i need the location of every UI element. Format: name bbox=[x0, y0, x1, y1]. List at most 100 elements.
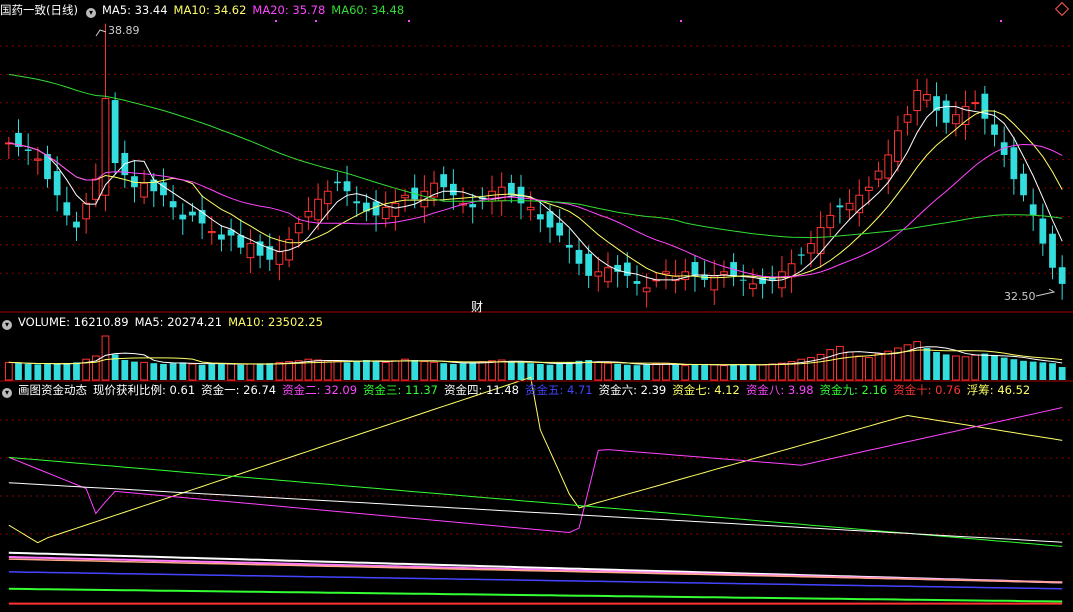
volume-bar bbox=[1049, 363, 1056, 380]
indicator-header-item: 资金九: 2.16 bbox=[819, 383, 888, 397]
candle-body bbox=[874, 170, 883, 180]
volume-bar bbox=[556, 363, 564, 380]
volume-bar bbox=[198, 364, 206, 380]
candle-body bbox=[623, 262, 631, 276]
collapse-icon[interactable]: ▾ bbox=[2, 320, 12, 330]
candle-body bbox=[440, 174, 448, 188]
volume-bar bbox=[768, 363, 777, 381]
collapse-icon[interactable]: ▾ bbox=[2, 388, 12, 398]
candle-body bbox=[246, 243, 255, 259]
indicator-values: 画图资金动态 现价获利比例: 0.61 资金一: 26.74 资金二: 32.09 资金… bbox=[18, 383, 1036, 397]
volume-bar bbox=[420, 361, 429, 381]
volume-bar bbox=[1020, 360, 1027, 380]
volume-bar bbox=[691, 364, 699, 380]
candle-body bbox=[836, 205, 844, 208]
indicator-header-item: 资金七: 4.12 bbox=[672, 383, 740, 397]
candle-body bbox=[82, 202, 91, 220]
candle-body bbox=[797, 254, 805, 256]
candle-body bbox=[401, 194, 409, 199]
volume-bar bbox=[430, 361, 438, 381]
volume-bar bbox=[1000, 357, 1008, 380]
volume-bar bbox=[517, 362, 525, 380]
candle-body bbox=[903, 114, 912, 123]
indicator-header-item: 资金二: 32.09 bbox=[282, 383, 358, 397]
fund-two-line bbox=[8, 407, 1063, 534]
volume-bar bbox=[923, 348, 931, 380]
candle-body bbox=[73, 221, 80, 228]
candle-body bbox=[991, 124, 998, 135]
volume-bar bbox=[546, 364, 554, 380]
volume-bar bbox=[237, 364, 245, 380]
candle-body bbox=[353, 201, 361, 204]
candle-body bbox=[304, 210, 313, 218]
volume-bar bbox=[73, 362, 80, 380]
volume-bar bbox=[179, 362, 187, 380]
volume-bar bbox=[865, 357, 873, 381]
price-candles bbox=[4, 23, 1066, 308]
low-arrow bbox=[1035, 288, 1056, 297]
volume-bar bbox=[981, 353, 989, 380]
volume-bar bbox=[845, 351, 854, 381]
volume-header-item: VOLUME: 16210.89 bbox=[18, 315, 129, 329]
candle-body bbox=[323, 190, 332, 205]
indicator-lines bbox=[8, 376, 1063, 605]
candle-body bbox=[845, 202, 854, 211]
candle-body bbox=[633, 281, 641, 284]
candle-body bbox=[585, 253, 593, 276]
volume-bar bbox=[44, 363, 51, 380]
candle-body bbox=[218, 234, 225, 240]
volume-bar bbox=[681, 365, 690, 381]
fund-nine-line bbox=[8, 587, 1063, 603]
volume-bar bbox=[739, 364, 747, 380]
candle-body bbox=[189, 211, 196, 216]
volume-bar bbox=[15, 363, 22, 380]
volume-bar bbox=[488, 360, 496, 381]
volume-bar bbox=[401, 358, 409, 381]
volume-bar bbox=[701, 364, 708, 380]
candle-body bbox=[691, 262, 699, 276]
event-dot bbox=[315, 20, 317, 22]
volume-bar bbox=[594, 361, 603, 381]
volume-bar bbox=[411, 360, 419, 380]
indicator-header-item: 画图资金动态 bbox=[18, 383, 87, 397]
volume-bar bbox=[497, 359, 506, 381]
volume-bar bbox=[507, 361, 515, 380]
candle-body bbox=[826, 214, 835, 229]
volume-bar bbox=[1039, 362, 1047, 380]
stock-chart-window: 国药一致(日线) ▾ MA5: 33.44 MA10: 34.62 MA20: 35.7… bbox=[0, 0, 1073, 612]
candle-body bbox=[169, 201, 177, 208]
candle-body bbox=[449, 183, 457, 196]
volume-bar bbox=[961, 356, 970, 381]
volume-header: ▾ VOLUME: 16210.89 MA5: 20274.21 MA10: 2350… bbox=[0, 314, 335, 330]
volume-bar bbox=[730, 364, 737, 380]
volume-bar bbox=[836, 345, 844, 381]
volume-bar bbox=[256, 364, 264, 380]
candle-body bbox=[101, 98, 110, 196]
indicator-header-item: 资金八: 3.98 bbox=[745, 383, 814, 397]
event-marker[interactable]: 财 bbox=[471, 298, 483, 315]
volume-bar bbox=[188, 363, 197, 381]
candle-body bbox=[469, 204, 477, 208]
volume-bar bbox=[652, 363, 661, 381]
volume-bar bbox=[585, 360, 593, 380]
candle-body bbox=[91, 178, 100, 200]
volume-bar bbox=[478, 361, 487, 381]
candle-body bbox=[971, 102, 980, 105]
volume-bar bbox=[285, 361, 293, 381]
candle-body bbox=[53, 171, 61, 196]
candle-body bbox=[140, 182, 149, 198]
candle-body bbox=[556, 222, 564, 236]
volume-bar bbox=[140, 361, 149, 381]
volume-bar bbox=[643, 364, 651, 380]
candle-body bbox=[642, 287, 651, 293]
candle-body bbox=[1058, 267, 1066, 284]
volume-bar bbox=[266, 363, 274, 380]
candle-body bbox=[662, 271, 670, 275]
candle-body bbox=[343, 181, 351, 192]
volume-bar bbox=[34, 364, 42, 380]
volume-bar bbox=[131, 361, 138, 380]
volume-bar bbox=[53, 364, 61, 380]
candle-body bbox=[1020, 173, 1027, 196]
candle-body bbox=[111, 100, 119, 164]
collapse-icon[interactable]: ▾ bbox=[85, 8, 96, 18]
